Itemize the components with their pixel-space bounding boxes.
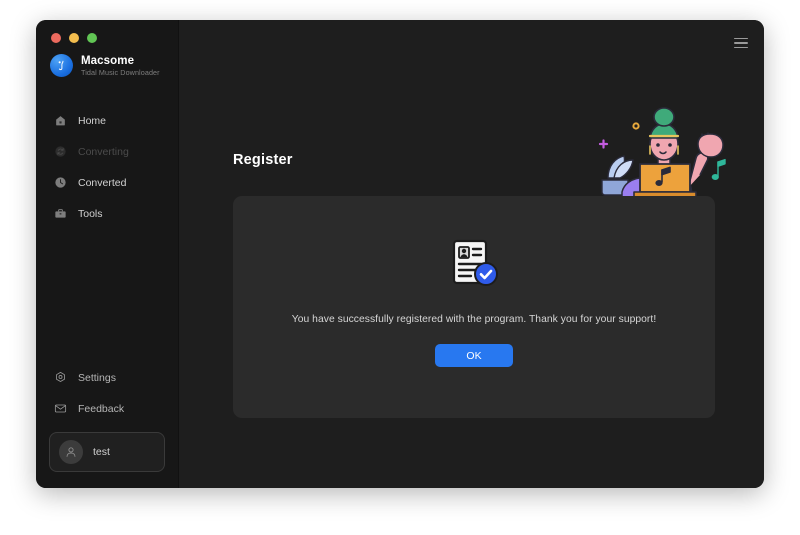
gear-icon <box>53 370 68 385</box>
sidebar-item-label: Feedback <box>78 402 125 415</box>
sidebar-nav-secondary: Settings Feedback test <box>36 362 178 472</box>
envelope-icon <box>53 401 68 416</box>
registration-card-verified-icon <box>452 239 498 286</box>
home-icon <box>53 113 68 128</box>
woman-waving-with-laptop-illustration <box>598 107 726 200</box>
avatar <box>59 440 83 464</box>
hamburger-line <box>734 37 748 40</box>
sidebar: Macsome Tidal Music Downloader Home Conv… <box>36 20 179 488</box>
hamburger-line <box>734 46 748 49</box>
hamburger-menu-icon[interactable] <box>732 34 750 52</box>
sidebar-item-label: Home <box>78 114 107 127</box>
brand-text: Macsome Tidal Music Downloader <box>81 55 160 77</box>
account-name: test <box>93 446 110 458</box>
sidebar-item-label: Converting <box>78 145 129 158</box>
close-button[interactable] <box>51 33 61 43</box>
status-message: You have successfully registered with th… <box>291 314 657 325</box>
sidebar-item-home[interactable]: Home <box>36 105 178 136</box>
sidebar-item-converted[interactable]: Converted <box>36 167 178 198</box>
account-box[interactable]: test <box>49 432 165 472</box>
register-status-card: You have successfully registered with th… <box>233 196 715 418</box>
sidebar-nav-primary: Home Converting Converted Tools <box>36 105 178 229</box>
sidebar-item-tools[interactable]: Tools <box>36 198 178 229</box>
minimize-button[interactable] <box>69 33 79 43</box>
main-content: Register You have successfully registere… <box>179 20 764 488</box>
toolbox-icon <box>53 206 68 221</box>
window-controls <box>51 33 97 43</box>
maximize-button[interactable] <box>87 33 97 43</box>
hamburger-line <box>734 42 748 44</box>
sidebar-item-converting[interactable]: Converting <box>36 136 178 167</box>
brand-title: Macsome <box>81 54 135 67</box>
ok-button[interactable]: OK <box>435 344 513 367</box>
page-title: Register <box>233 152 293 168</box>
sidebar-item-settings[interactable]: Settings <box>36 362 178 393</box>
sidebar-item-feedback[interactable]: Feedback <box>36 393 178 424</box>
sidebar-item-label: Converted <box>78 176 127 189</box>
clock-icon <box>53 175 68 190</box>
sidebar-item-label: Tools <box>78 207 103 220</box>
app-window: Macsome Tidal Music Downloader Home Conv… <box>36 20 764 488</box>
refresh-icon <box>53 144 68 159</box>
sidebar-item-label: Settings <box>78 371 116 384</box>
brand: Macsome Tidal Music Downloader <box>50 54 160 77</box>
tidal-wave-icon <box>50 54 73 77</box>
brand-subtitle: Tidal Music Downloader <box>81 67 160 77</box>
